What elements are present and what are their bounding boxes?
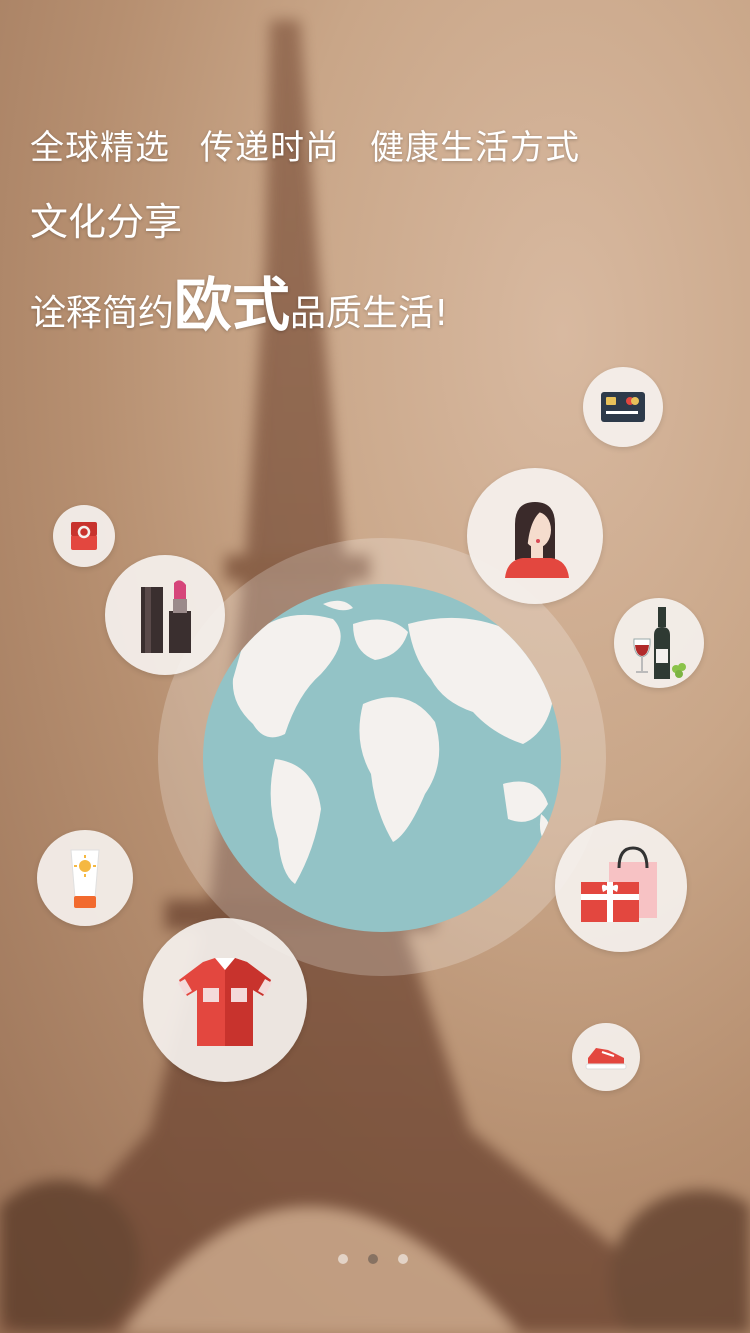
headline-line-2: 文化分享 xyxy=(30,200,183,244)
headline: 全球精选 传递时尚 健康生活方式 文化分享 诠释简约欧式品质生活! xyxy=(30,120,580,342)
shopping-gift-icon xyxy=(581,846,657,922)
headline-line3-pre: 诠释简约 xyxy=(30,293,175,334)
ring-box-bubble[interactable] xyxy=(53,505,115,567)
credit-card-icon xyxy=(601,392,645,422)
sunscreen-bubble[interactable] xyxy=(37,830,133,926)
sunscreen-icon xyxy=(70,849,100,908)
polo-shirt-icon xyxy=(178,958,272,1046)
wine-bubble[interactable] xyxy=(614,598,704,688)
globe-icon xyxy=(203,584,561,932)
slogan-healthy-life: 健康生活方式 xyxy=(370,128,580,168)
woman-portrait-icon xyxy=(505,502,569,578)
page-dot-2-active[interactable] xyxy=(368,1254,378,1264)
splash-screen[interactable]: 全球精选 传递时尚 健康生活方式 文化分享 诠释简约欧式品质生活! xyxy=(0,0,750,1333)
ring-box-icon xyxy=(71,522,97,550)
headline-line-3: 诠释简约欧式品质生活! xyxy=(30,258,580,342)
woman-portrait-bubble[interactable] xyxy=(467,468,603,604)
lipstick-icon xyxy=(141,580,191,653)
wine-bottle-icon xyxy=(633,607,686,679)
headline-line3-post: 品质生活! xyxy=(290,293,449,334)
sneaker-icon xyxy=(585,1048,627,1070)
page-indicator xyxy=(338,1254,408,1264)
headline-line-1: 全球精选 传递时尚 健康生活方式 xyxy=(30,120,580,169)
polo-shirt-bubble[interactable] xyxy=(143,918,307,1082)
shopping-gift-bubble[interactable] xyxy=(555,820,687,952)
headline-emphasis: 欧式 xyxy=(174,271,291,339)
slogan-global-selection: 全球精选 xyxy=(30,128,170,168)
slogan-fashion: 传递时尚 xyxy=(200,128,340,168)
page-dot-3[interactable] xyxy=(398,1254,408,1264)
credit-card-bubble[interactable] xyxy=(583,367,663,447)
page-dot-1[interactable] xyxy=(338,1254,348,1264)
lipstick-bubble[interactable] xyxy=(105,555,225,675)
sneaker-bubble[interactable] xyxy=(572,1023,640,1091)
